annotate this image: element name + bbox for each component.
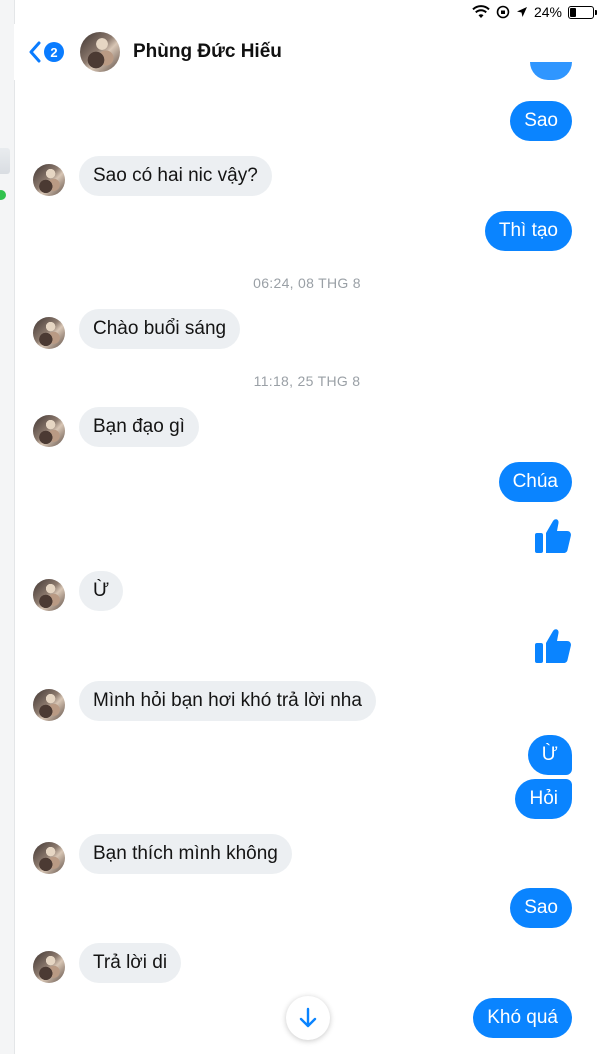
contact-name[interactable]: Phùng Đức Hiếu [133,41,282,63]
battery-fill [570,7,576,17]
contact-avatar[interactable] [80,32,120,72]
unread-count-badge: 2 [44,42,64,62]
avatar[interactable] [33,164,65,196]
wifi-icon [472,5,490,18]
incoming-message[interactable]: Bạn thích mình không [79,834,292,874]
avatar[interactable] [33,951,65,983]
chat-header: 2 Phùng Đức Hiếu [14,24,600,80]
avatar[interactable] [33,415,65,447]
outgoing-message[interactable]: Thì tạo [484,211,572,251]
battery-percent: 24% [533,4,562,20]
location-icon [516,7,527,17]
timestamp: 06:24, 08 THG 8 [253,275,361,291]
thumbs-up-icon[interactable] [533,516,573,556]
background-app-strip [0,0,15,1054]
chevron-left-icon [29,41,41,63]
scroll-to-bottom-button[interactable] [286,996,330,1040]
timestamp: 11:18, 25 THG 8 [253,373,361,389]
outgoing-message[interactable]: Khó quá [473,998,572,1038]
incoming-message[interactable]: Bạn đạo gì [79,407,199,447]
thumbs-up-icon[interactable] [533,626,573,666]
avatar[interactable] [33,842,65,874]
avatar[interactable] [33,317,65,349]
incoming-message[interactable]: Ừ [79,571,124,611]
incoming-message[interactable]: Sao có hai nic vậy? [79,156,272,196]
incoming-message[interactable]: Mình hỏi bạn hơi khó trả lời nha [79,681,376,721]
avatar[interactable] [33,689,65,721]
back-button[interactable]: 2 [28,41,64,63]
outgoing-message[interactable]: Hỏi [515,779,572,819]
background-thumbnail [0,148,10,174]
outgoing-message[interactable]: Sao [510,101,572,141]
incoming-message[interactable]: Chào buổi sáng [79,309,241,349]
avatar[interactable] [33,579,65,611]
battery-icon [568,5,597,19]
online-indicator [0,190,6,200]
incoming-message[interactable]: Trả lời di [79,943,182,983]
arrow-down-icon [299,1007,317,1028]
outgoing-message[interactable]: Sao [510,888,572,928]
status-bar: 24% [472,0,597,24]
outgoing-message[interactable]: Ừ [527,735,572,775]
orientation-lock-icon [496,5,510,19]
outgoing-message[interactable]: Chúa [498,462,572,502]
